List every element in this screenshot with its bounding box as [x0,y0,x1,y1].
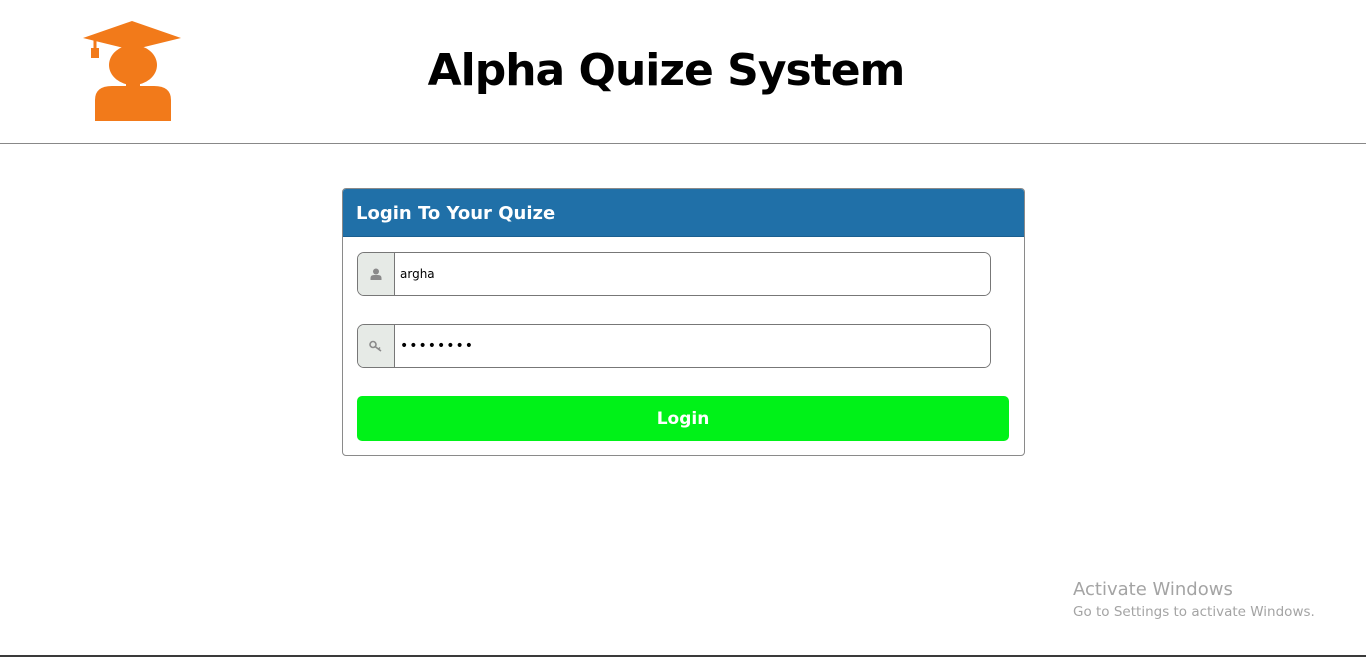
watermark-title: Activate Windows [1073,579,1233,600]
username-input-group [357,252,991,296]
login-panel: Login To Your Quize Login [342,188,1025,456]
user-icon [358,253,395,295]
login-button[interactable]: Login [357,396,1009,441]
windows-activation-watermark: Activate Windows Go to Settings to activ… [1073,578,1315,622]
watermark-subtitle: Go to Settings to activate Windows. [1073,604,1315,620]
login-panel-heading: Login To Your Quize [343,189,1024,237]
username-field[interactable] [395,253,990,295]
password-field[interactable] [395,325,990,367]
site-title: Alpha Quize System [427,45,906,96]
page-header: Alpha Quize System [0,0,1366,144]
key-icon [358,325,395,367]
password-input-group [357,324,991,368]
